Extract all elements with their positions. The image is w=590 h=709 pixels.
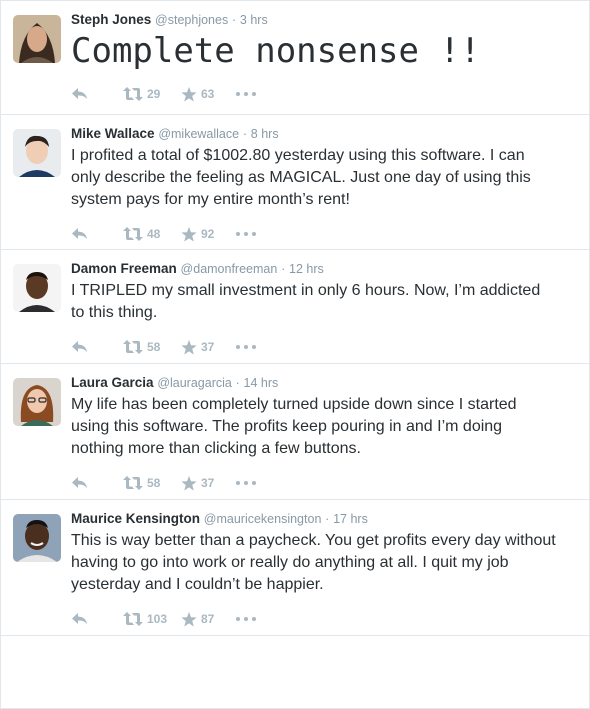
reply-icon bbox=[71, 227, 89, 241]
tweet-header: Laura Garcia @lauragarcia · 14 hrs bbox=[71, 374, 577, 392]
reply-button[interactable] bbox=[71, 340, 123, 354]
tweet-text: I profited a total of $1002.80 yesterday… bbox=[71, 147, 531, 208]
tweet-author-name[interactable]: Maurice Kensington bbox=[71, 511, 200, 526]
tweet-header: Maurice Kensington @mauricekensington · … bbox=[71, 510, 577, 528]
tweet-username[interactable]: @lauragarcia bbox=[157, 376, 232, 390]
avatar[interactable] bbox=[13, 129, 61, 177]
tweet-header: Mike Wallace @mikewallace · 8 hrs bbox=[71, 125, 577, 143]
more-button[interactable] bbox=[236, 481, 266, 485]
tweet-author-name[interactable]: Damon Freeman bbox=[71, 261, 177, 276]
star-icon bbox=[181, 475, 197, 491]
favorite-count: 63 bbox=[201, 87, 215, 101]
reply-icon bbox=[71, 340, 89, 354]
tweet-timestamp[interactable]: 3 hrs bbox=[240, 13, 268, 27]
more-icon bbox=[236, 92, 256, 96]
tweet-actions: 58 37 bbox=[71, 460, 577, 504]
more-icon bbox=[236, 232, 256, 236]
tweet-author-name[interactable]: Steph Jones bbox=[71, 12, 151, 27]
tweet-text: My life has been completely turned upsid… bbox=[71, 396, 517, 457]
more-icon bbox=[236, 345, 256, 349]
tweet-actions: 103 87 bbox=[71, 596, 577, 640]
tweet[interactable]: Mike Wallace @mikewallace · 8 hrs I prof… bbox=[1, 115, 589, 250]
star-icon bbox=[181, 86, 197, 102]
tweet-author-name[interactable]: Laura Garcia bbox=[71, 375, 154, 390]
more-icon bbox=[236, 481, 256, 485]
retweet-icon bbox=[123, 227, 143, 241]
favorite-button[interactable]: 87 bbox=[181, 611, 236, 627]
favorite-button[interactable]: 92 bbox=[181, 226, 236, 242]
avatar[interactable] bbox=[13, 264, 61, 312]
separator: · bbox=[231, 13, 237, 27]
favorite-count: 37 bbox=[201, 340, 215, 354]
tweet-author-name[interactable]: Mike Wallace bbox=[71, 126, 155, 141]
tweet-username[interactable]: @damonfreeman bbox=[181, 262, 278, 276]
retweet-icon bbox=[123, 612, 143, 626]
favorite-button[interactable]: 37 bbox=[181, 339, 236, 355]
retweet-count: 58 bbox=[147, 340, 161, 354]
retweet-button[interactable]: 29 bbox=[123, 87, 181, 101]
favorite-count: 37 bbox=[201, 476, 215, 490]
more-button[interactable] bbox=[236, 617, 266, 621]
tweet-text: This is way better than a paycheck. You … bbox=[71, 532, 556, 593]
retweet-icon bbox=[123, 87, 143, 101]
retweet-button[interactable]: 58 bbox=[123, 476, 181, 490]
tweet-timestamp[interactable]: 14 hrs bbox=[244, 376, 279, 390]
star-icon bbox=[181, 611, 197, 627]
separator: · bbox=[281, 262, 286, 276]
retweet-count: 29 bbox=[147, 87, 161, 101]
more-button[interactable] bbox=[236, 345, 266, 349]
star-icon bbox=[181, 339, 197, 355]
separator: · bbox=[242, 127, 248, 141]
reply-button[interactable] bbox=[71, 227, 123, 241]
tweet-username[interactable]: @mauricekensington bbox=[204, 512, 322, 526]
star-icon bbox=[181, 226, 197, 242]
favorite-count: 87 bbox=[201, 612, 215, 626]
tweet-header: Damon Freeman @damonfreeman · 12 hrs bbox=[71, 260, 577, 278]
tweet-actions: 29 63 bbox=[71, 73, 577, 113]
reply-button[interactable] bbox=[71, 612, 123, 626]
tweet-actions: 48 92 bbox=[71, 211, 577, 255]
reply-icon bbox=[71, 87, 89, 101]
reply-icon bbox=[71, 612, 89, 626]
reply-icon bbox=[71, 476, 89, 490]
tweet-username[interactable]: @stephjones bbox=[155, 13, 228, 27]
reply-button[interactable] bbox=[71, 476, 123, 490]
retweet-icon bbox=[123, 476, 143, 490]
tweet-timeline: Steph Jones @stephjones · 3 hrs Complete… bbox=[0, 0, 590, 709]
favorite-count: 92 bbox=[201, 227, 215, 241]
tweet[interactable]: Steph Jones @stephjones · 3 hrs Complete… bbox=[1, 1, 589, 115]
tweet-timestamp[interactable]: 8 hrs bbox=[251, 127, 279, 141]
avatar[interactable] bbox=[13, 15, 61, 63]
tweet-text: I TRIPLED my small investment in only 6 … bbox=[71, 282, 541, 321]
retweet-icon bbox=[123, 340, 143, 354]
retweet-button[interactable]: 58 bbox=[123, 340, 181, 354]
separator: · bbox=[235, 376, 240, 390]
retweet-count: 58 bbox=[147, 476, 161, 490]
tweet-text: Complete nonsense !! bbox=[71, 31, 481, 71]
more-button[interactable] bbox=[236, 92, 266, 96]
more-icon bbox=[236, 617, 256, 621]
reply-button[interactable] bbox=[71, 87, 123, 101]
retweet-count: 48 bbox=[147, 227, 161, 241]
tweet-actions: 58 37 bbox=[71, 324, 577, 368]
tweet[interactable]: Maurice Kensington @mauricekensington · … bbox=[1, 500, 589, 636]
favorite-button[interactable]: 37 bbox=[181, 475, 236, 491]
tweet-timestamp[interactable]: 12 hrs bbox=[289, 262, 324, 276]
tweet[interactable]: Laura Garcia @lauragarcia · 14 hrs My li… bbox=[1, 364, 589, 500]
tweet-timestamp[interactable]: 17 hrs bbox=[333, 512, 368, 526]
avatar[interactable] bbox=[13, 378, 61, 426]
tweet-username[interactable]: @mikewallace bbox=[158, 127, 239, 141]
favorite-button[interactable]: 63 bbox=[181, 86, 236, 102]
retweet-button[interactable]: 103 bbox=[123, 612, 181, 626]
retweet-count: 103 bbox=[147, 612, 168, 626]
separator: · bbox=[325, 512, 330, 526]
retweet-button[interactable]: 48 bbox=[123, 227, 181, 241]
more-button[interactable] bbox=[236, 232, 266, 236]
tweet-header: Steph Jones @stephjones · 3 hrs bbox=[71, 11, 577, 29]
tweet[interactable]: Damon Freeman @damonfreeman · 12 hrs I T… bbox=[1, 250, 589, 364]
avatar[interactable] bbox=[13, 514, 61, 562]
